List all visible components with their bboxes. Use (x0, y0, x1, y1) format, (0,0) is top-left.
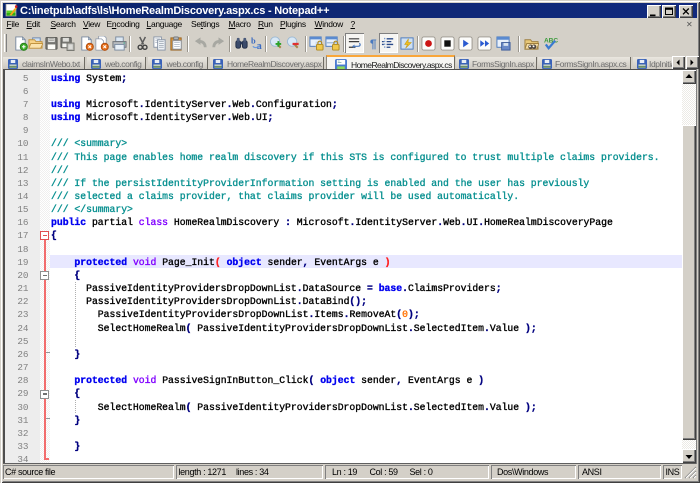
svg-text:b: b (251, 36, 256, 46)
svg-text:¶: ¶ (370, 37, 377, 51)
svg-text:ABC: ABC (544, 37, 558, 44)
